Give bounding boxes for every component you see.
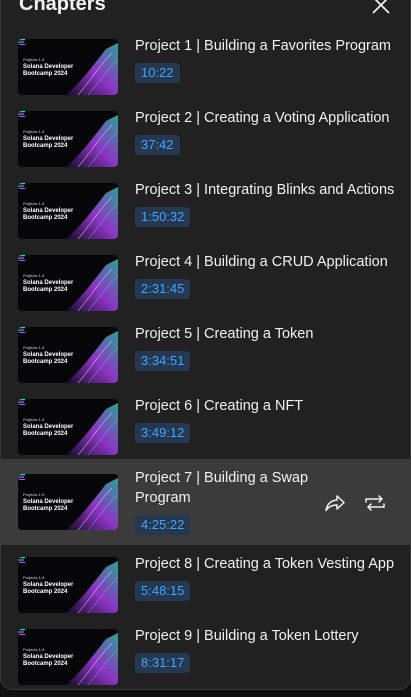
- chapter-timestamp[interactable]: 1:50:32: [135, 207, 191, 227]
- solana-logo-icon: [18, 39, 25, 45]
- solana-logo-icon: [18, 183, 25, 189]
- chapter-timestamp[interactable]: 8:31:17: [135, 653, 191, 673]
- chapter-timestamp[interactable]: 3:34:51: [135, 351, 191, 371]
- chapter-timestamp[interactable]: 37:42: [135, 135, 180, 155]
- chapter-thumbnail: Projects 1-9 Solana Developer Bootcamp 20…: [18, 183, 118, 239]
- chapter-title: Project 7 | Building a Swap Program: [135, 470, 309, 506]
- solana-logo-icon: [18, 399, 25, 405]
- thumbnail-title: Solana Developer Bootcamp 2024: [23, 280, 74, 293]
- chapter-title: Project 2 | Creating a Voting Applicatio…: [135, 110, 390, 126]
- chapter-thumbnail: Projects 1-9 Solana Developer Bootcamp 20…: [18, 39, 118, 95]
- thumbnail-subtitle: Projects 1-9: [23, 345, 45, 350]
- thumbnail-title: Solana Developer Bootcamp 2024: [23, 499, 74, 512]
- chapter-timestamp[interactable]: 3:49:12: [135, 423, 191, 443]
- chapter-thumbnail: Projects 1-9 Solana Developer Bootcamp 20…: [18, 629, 118, 685]
- thumbnail-title: Solana Developer Bootcamp 2024: [23, 208, 74, 221]
- chapter-thumbnail: Projects 1-9 Solana Developer Bootcamp 20…: [18, 474, 118, 530]
- thumbnail-title: Solana Developer Bootcamp 2024: [23, 654, 74, 667]
- panel-title: Chapters: [19, 0, 106, 15]
- chapter-list: Projects 1-9 Solana Developer Bootcamp 20…: [1, 27, 410, 689]
- thumbnail-title: Solana Developer Bootcamp 2024: [23, 424, 74, 437]
- thumbnail-title: Solana Developer Bootcamp 2024: [23, 136, 74, 149]
- chapter-thumbnail: Projects 1-9 Solana Developer Bootcamp 20…: [18, 557, 118, 613]
- repeat-icon: [365, 495, 385, 511]
- thumbnail-subtitle: Projects 1-9: [23, 201, 45, 206]
- solana-logo-icon: [18, 255, 25, 261]
- thumbnail-subtitle: Projects 1-9: [23, 647, 45, 652]
- chapter-item[interactable]: Projects 1-9 Solana Developer Bootcamp 20…: [1, 617, 410, 689]
- chapter-item[interactable]: Projects 1-9 Solana Developer Bootcamp 20…: [1, 243, 410, 315]
- chapter-title: Project 5 | Creating a Token: [135, 326, 314, 342]
- chapter-item[interactable]: Projects 1-9 Solana Developer Bootcamp 20…: [1, 459, 410, 545]
- thumbnail-subtitle: Projects 1-9: [23, 129, 45, 134]
- chapter-title: Project 1 | Building a Favorites Program: [135, 38, 392, 54]
- chapter-timestamp[interactable]: 10:22: [135, 63, 180, 83]
- solana-logo-icon: [18, 629, 25, 635]
- chapter-item[interactable]: Projects 1-9 Solana Developer Bootcamp 20…: [1, 545, 410, 617]
- chapter-timestamp[interactable]: 5:48:15: [135, 581, 191, 601]
- close-button[interactable]: [367, 0, 395, 19]
- chapter-title: Project 9 | Building a Token Lottery: [135, 628, 359, 644]
- thumbnail-title: Solana Developer Bootcamp 2024: [23, 352, 74, 365]
- solana-logo-icon: [18, 111, 25, 117]
- solana-logo-icon: [18, 474, 25, 480]
- chapter-item[interactable]: Projects 1-9 Solana Developer Bootcamp 20…: [1, 171, 410, 243]
- share-icon: [325, 495, 345, 512]
- thumbnail-subtitle: Projects 1-9: [23, 575, 45, 580]
- chapter-thumbnail: Projects 1-9 Solana Developer Bootcamp 20…: [18, 111, 118, 167]
- thumbnail-subtitle: Projects 1-9: [23, 417, 45, 422]
- loop-button[interactable]: [363, 491, 387, 515]
- chapter-item[interactable]: Projects 1-9 Solana Developer Bootcamp 20…: [1, 27, 410, 99]
- solana-logo-icon: [18, 327, 25, 333]
- chapter-thumbnail: Projects 1-9 Solana Developer Bootcamp 20…: [18, 399, 118, 455]
- chapter-timestamp[interactable]: 2:31:45: [135, 279, 191, 299]
- chapter-timestamp[interactable]: 4:25:22: [135, 515, 191, 535]
- chapter-title: Project 3 | Integrating Blinks and Actio…: [135, 182, 395, 198]
- thumbnail-title: Solana Developer Bootcamp 2024: [23, 582, 74, 595]
- chapter-thumbnail: Projects 1-9 Solana Developer Bootcamp 20…: [18, 327, 118, 383]
- chapter-title: Project 8 | Creating a Token Vesting App: [135, 556, 395, 572]
- chapter-thumbnail: Projects 1-9 Solana Developer Bootcamp 20…: [18, 255, 118, 311]
- chapter-title: Project 4 | Building a CRUD Application: [135, 254, 388, 270]
- chapter-item[interactable]: Projects 1-9 Solana Developer Bootcamp 20…: [1, 99, 410, 171]
- close-icon: [372, 0, 390, 14]
- panel-header: Chapters: [1, 0, 410, 28]
- solana-logo-icon: [18, 557, 25, 563]
- thumbnail-subtitle: Projects 1-9: [23, 57, 45, 62]
- thumbnail-title: Solana Developer Bootcamp 2024: [23, 64, 74, 77]
- chapter-item[interactable]: Projects 1-9 Solana Developer Bootcamp 20…: [1, 315, 410, 387]
- share-button[interactable]: [323, 491, 347, 515]
- chapters-panel: Chapters Projects 1-9 Solana Developer Bo…: [0, 0, 411, 690]
- thumbnail-subtitle: Projects 1-9: [23, 273, 45, 278]
- chapter-item[interactable]: Projects 1-9 Solana Developer Bootcamp 20…: [1, 387, 410, 459]
- thumbnail-subtitle: Projects 1-9: [23, 492, 45, 497]
- chapter-title: Project 6 | Creating a NFT: [135, 398, 304, 414]
